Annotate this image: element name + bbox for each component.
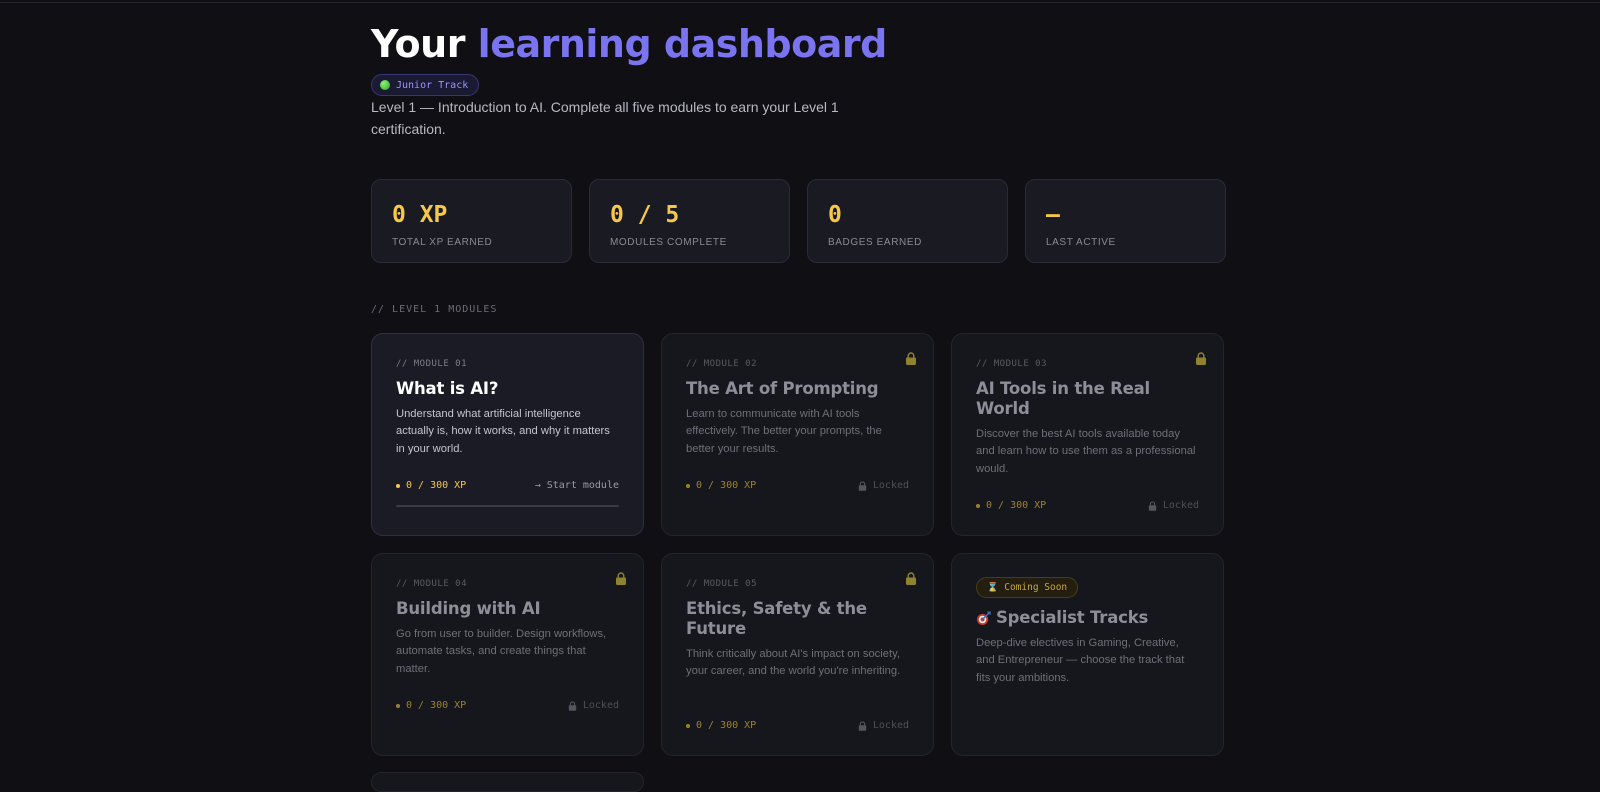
stat-label: BADGES EARNED [828,237,922,248]
stat-value: 0 [828,202,842,228]
module-xp-label: 0 / 300 XP [696,480,757,491]
coming-soon-label: Coming Soon [1004,582,1068,593]
small-lock-icon [1148,500,1157,511]
stat-label: MODULES COMPLETE [610,237,727,248]
stat-total-xp: 0 XP TOTAL XP EARNED [371,179,572,263]
specialist-description: Deep-dive electives in Gaming, Creative,… [976,637,1185,684]
module-footer: 0 / 300 XP Locked [686,480,909,491]
stat-badges-earned: 0 BADGES EARNED [807,179,1008,263]
module-xp: 0 / 300 XP [396,480,466,491]
xp-bullet-icon [396,703,400,708]
hourglass-icon: ⌛ [987,582,999,593]
track-badge: Junior Track [371,74,480,96]
module-title: What is AI? [396,379,499,398]
module-status: Locked [568,700,619,711]
module-xp-label: 0 / 300 XP [406,700,467,711]
module-description: Discover the best AI tools available tod… [976,428,1196,475]
module-status: Locked [858,720,909,731]
lock-icon [1196,352,1206,365]
xp-bullet-icon [686,723,690,728]
module-xp-label: 0 / 300 XP [986,500,1047,511]
module-xp: 0 / 300 XP [396,700,466,711]
xp-bullet-icon [976,503,980,508]
module-xp-label: 0 / 300 XP [406,480,467,491]
module-number: // MODULE 02 [686,359,758,369]
module-title: AI Tools in the Real World [976,379,1151,418]
page-title-part2: learning dashboard [477,22,888,66]
specialist-title-label: Specialist Tracks [996,608,1149,627]
stat-value: — [1046,202,1060,228]
specialist-title: Specialist Tracks [976,608,1199,628]
start-module-link[interactable]: → Start module [535,480,619,491]
page-title: Your learning dashboard [371,22,887,66]
lock-icon [906,572,916,585]
lock-icon [616,572,626,585]
module-card-02[interactable]: // MODULE 02 The Art of Prompting Learn … [661,333,934,536]
module-card-03[interactable]: // MODULE 03 AI Tools in the Real World … [951,333,1224,536]
small-lock-icon [568,700,577,711]
module-title: Ethics, Safety & the Future [686,599,867,638]
module-footer: 0 / 300 XP Locked [396,700,619,711]
track-badge-label: Junior Track [396,79,469,91]
module-number: // MODULE 04 [396,579,468,589]
target-icon [976,610,991,625]
section-label: // LEVEL 1 MODULES [371,304,498,315]
top-divider [0,2,1600,3]
module-number: // MODULE 03 [976,359,1048,369]
module-description: Learn to communicate with AI tools effec… [686,408,882,455]
stat-label: LAST ACTIVE [1046,237,1116,248]
page-title-part1: Your [371,22,465,66]
module-status: Locked [1148,500,1199,511]
module-description: Understand what artificial intelligence … [396,408,610,455]
module-xp: 0 / 300 XP [686,720,756,731]
module-number: // MODULE 01 [396,359,468,369]
xp-bullet-icon [396,483,400,488]
module-status-label: Locked [872,480,909,491]
xp-bullet-icon [686,483,690,488]
module-card-01[interactable]: // MODULE 01 What is AI? Understand what… [371,333,644,536]
coming-soon-badge: ⌛ Coming Soon [976,577,1079,598]
stat-value: 0 XP [392,202,448,228]
module-card-04[interactable]: // MODULE 04 Building with AI Go from us… [371,553,644,756]
module-status-label: Locked [872,720,909,731]
module-footer: 0 / 300 XP → Start module [396,480,619,491]
module-number: // MODULE 05 [686,579,758,589]
module-xp-label: 0 / 300 XP [696,720,757,731]
module-status-label: Locked [582,700,619,711]
stat-modules-complete: 0 / 5 MODULES COMPLETE [589,179,790,263]
module-title: The Art of Prompting [686,379,879,398]
module-footer: 0 / 300 XP Locked [976,500,1199,511]
next-card-peek [371,772,644,792]
stat-label: TOTAL XP EARNED [392,237,493,248]
small-lock-icon [858,720,867,731]
stats-row: 0 XP TOTAL XP EARNED 0 / 5 MODULES COMPL… [371,179,1226,263]
green-dot-icon [380,80,390,90]
module-card-05[interactable]: // MODULE 05 Ethics, Safety & the Future… [661,553,934,756]
module-xp: 0 / 300 XP [686,480,756,491]
small-lock-icon [858,480,867,491]
stat-last-active: — LAST ACTIVE [1025,179,1226,263]
lock-icon [906,352,916,365]
module-description: Go from user to builder. Design workflow… [396,628,607,675]
modules-grid: // MODULE 01 What is AI? Understand what… [371,333,1226,756]
intro-text: Level 1 — Introduction to AI. Complete a… [371,99,839,137]
module-footer: 0 / 300 XP Locked [686,720,909,731]
module-title: Building with AI [396,599,541,618]
stat-value: 0 / 5 [610,202,680,228]
module-xp: 0 / 300 XP [976,500,1046,511]
module-status-label: Locked [1162,500,1199,511]
module-description: Think critically about AI's impact on so… [686,648,901,678]
specialist-tracks-card: ⌛ Coming Soon Specialist Tracks Deep-div… [951,553,1224,756]
module-status: Locked [858,480,909,491]
module-progress-bar [396,505,619,507]
